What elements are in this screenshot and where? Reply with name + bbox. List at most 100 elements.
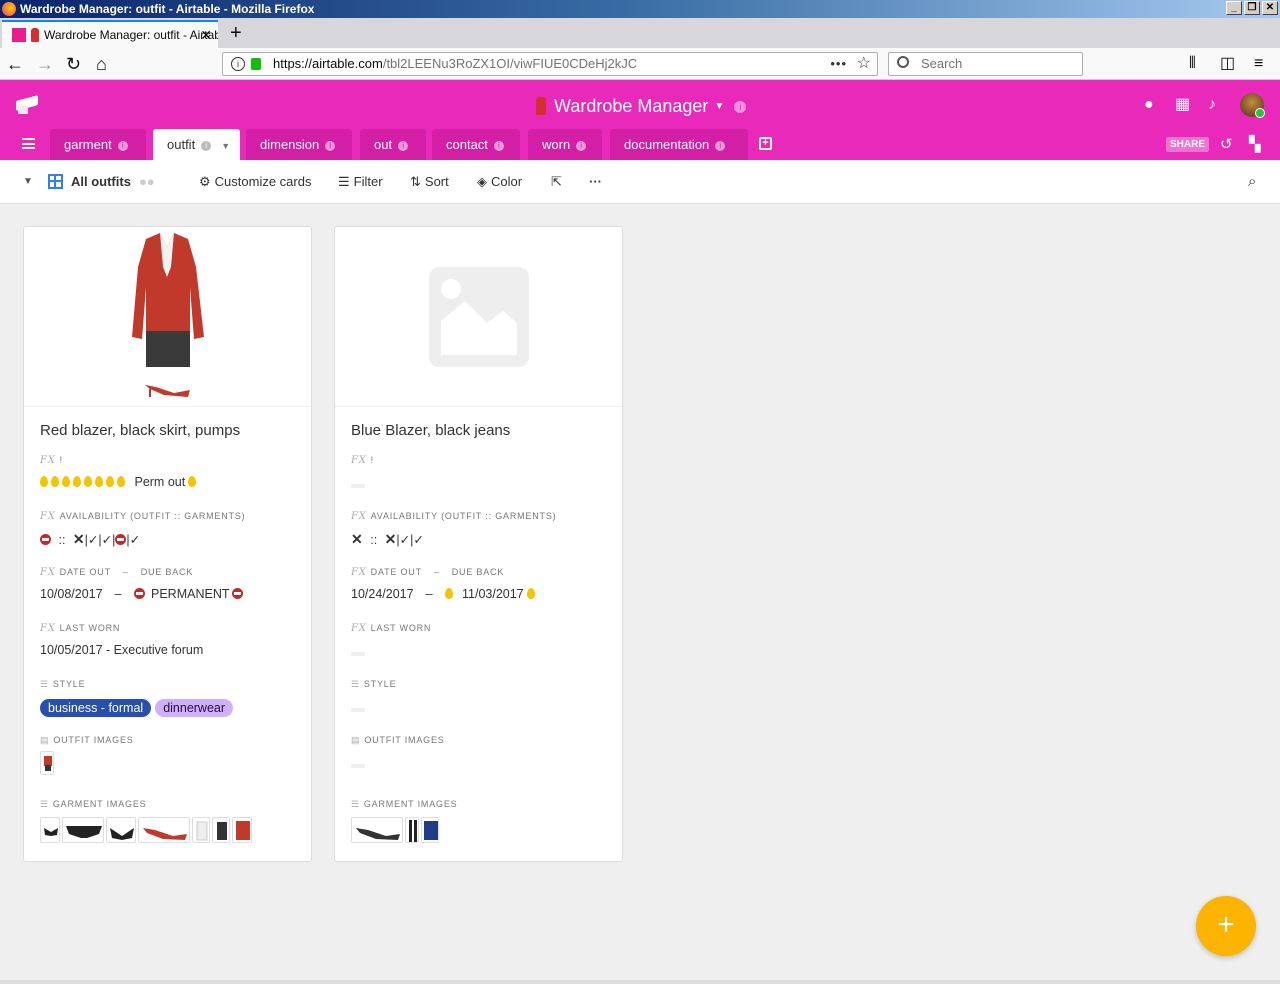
view-switcher[interactable]: All outfits ●●: [48, 160, 155, 204]
sort-button[interactable]: ⇅ Sort: [410, 160, 449, 204]
gear-icon: ⚙: [199, 174, 211, 189]
tab-worn[interactable]: worn i: [528, 129, 602, 160]
skirt-image: [217, 822, 227, 840]
window-titlebar: Wardrobe Manager: outfit - Airtable - Mo…: [0, 0, 1280, 18]
caret-down-icon: ▼: [714, 101, 725, 112]
attachment-thumbnail[interactable]: [351, 817, 403, 843]
maximize-button[interactable]: ❐: [1244, 1, 1260, 15]
bell-icon[interactable]: ♪: [1208, 96, 1216, 114]
new-tab-button[interactable]: +: [230, 18, 242, 48]
formula-icon: fx: [40, 623, 56, 634]
add-table-icon[interactable]: +: [759, 137, 772, 150]
tab-out[interactable]: out i: [360, 129, 426, 160]
attachment-thumbnail[interactable]: [212, 817, 230, 843]
filter-icon: ☰: [338, 174, 350, 189]
browser-search-input[interactable]: Search: [888, 52, 1083, 76]
attachment-thumbnail[interactable]: [138, 817, 190, 843]
drop-icon: [117, 476, 125, 487]
url-bar[interactable]: i https://airtable.com/tbl2LEENu3RoZX1OI…: [222, 52, 878, 76]
home-icon[interactable]: ⌂: [96, 52, 107, 76]
blazer-image: [424, 821, 438, 840]
tab-dimension[interactable]: dimension i: [246, 129, 352, 160]
avatar[interactable]: [1240, 93, 1265, 118]
close-window-button[interactable]: ✕: [1262, 1, 1278, 15]
tab-documentation[interactable]: documentation i: [610, 129, 748, 160]
attachment-thumbnail[interactable]: [192, 817, 210, 843]
field-value-bang: Perm out: [40, 475, 199, 489]
reload-icon[interactable]: ↻: [66, 52, 81, 76]
browser-tab[interactable]: Wardrobe Manager: outfit - Airtable ✕: [2, 20, 218, 48]
apps-grid-icon[interactable]: ▦: [1175, 96, 1190, 114]
bottom-divider: [0, 980, 1280, 984]
field-value-style: [351, 701, 365, 715]
sidebar-icon[interactable]: ◫: [1220, 52, 1235, 76]
empty-value: [351, 708, 365, 712]
site-info-icon[interactable]: i: [231, 57, 245, 71]
formula-icon: fx: [351, 455, 367, 466]
empty-value: [351, 652, 365, 656]
attachment-thumbnail[interactable]: [62, 817, 104, 843]
info-icon[interactable]: i: [734, 101, 747, 113]
multiselect-icon: ☰: [40, 679, 49, 689]
record-card[interactable]: Red blazer, black skirt, pumps fx! Perm …: [23, 226, 312, 862]
filter-button[interactable]: ☰ Filter: [338, 160, 383, 204]
filter-label: Filter: [353, 174, 383, 189]
close-tab-icon[interactable]: ✕: [200, 22, 212, 48]
cross-mark-icon: ✕: [351, 531, 363, 547]
multiselect-icon: ☰: [351, 679, 360, 689]
attachment-thumbnail[interactable]: [405, 817, 419, 843]
search-icon[interactable]: ⌕: [1248, 160, 1256, 204]
search-placeholder: Search: [921, 56, 963, 71]
field-value-garment-images: [351, 817, 441, 843]
view-bar: ▼ All outfits ●● ⚙ Customize cards ☰ Filter…: [0, 160, 1280, 204]
caret-down-icon[interactable]: ▼: [221, 141, 230, 151]
customize-label: Customize cards: [214, 174, 312, 189]
tab-garment[interactable]: garment i: [50, 129, 146, 160]
share-button[interactable]: SHARE: [1166, 137, 1210, 152]
bookmark-star-icon[interactable]: ☆: [857, 53, 871, 75]
minimize-button[interactable]: _: [1226, 1, 1242, 15]
tab-outfit[interactable]: outfit i ▼: [153, 129, 240, 160]
browser-navbar: ← → ↻ ⌂ i https://airtable.com/tbl2LEENu…: [0, 48, 1280, 80]
menu-icon[interactable]: ≡: [1254, 52, 1263, 76]
tab-contact[interactable]: contact i: [432, 129, 520, 160]
empty-value: [351, 764, 365, 768]
share-view-icon[interactable]: ⇱: [551, 160, 562, 204]
customize-cards-button[interactable]: ⚙ Customize cards: [199, 160, 311, 204]
attachment-thumbnail[interactable]: [106, 817, 136, 843]
color-button[interactable]: ◈ Color: [477, 160, 522, 204]
forward-icon[interactable]: →: [36, 52, 54, 76]
drop-icon: [84, 476, 92, 487]
hamburger-icon[interactable]: [22, 138, 35, 149]
view-menu-caret-icon[interactable]: ▼: [23, 160, 33, 204]
favicon-icon: [12, 28, 26, 42]
color-label: Color: [491, 174, 523, 189]
attachment-thumbnail[interactable]: [40, 817, 60, 843]
library-icon[interactable]: ⫴: [1189, 52, 1196, 76]
field-label-availability: fx AVAILABILITY (OUTFIT :: GARMENTS): [40, 511, 246, 522]
record-card[interactable]: Blue Blazer, black jeans fx! fx AVAILABIL…: [334, 226, 623, 862]
add-record-button[interactable]: +: [1196, 896, 1256, 956]
field-label-style: ☰ STYLE: [40, 679, 86, 689]
dress-icon: [31, 28, 39, 42]
browser-tab-title: Wardrobe Manager: outfit - Airtable: [44, 28, 218, 42]
more-options-icon[interactable]: ···: [589, 160, 602, 204]
field-label-outfit-images: ▤ OUTFIT IMAGES: [351, 735, 445, 745]
base-name-menu[interactable]: Wardrobe Manager ▼ i: [536, 94, 747, 119]
sort-icon: ⇅: [410, 174, 421, 189]
check-mark-icon: |✓: [98, 533, 113, 547]
attachment-thumbnail[interactable]: [232, 817, 252, 843]
formula-icon: fx: [351, 623, 367, 634]
card-cover-image: [24, 227, 311, 407]
help-icon[interactable]: ●: [1144, 96, 1154, 114]
window-controls: _ ❐ ✕: [1226, 1, 1278, 15]
attachment-thumbnail[interactable]: [421, 817, 439, 843]
airtable-logo-icon[interactable]: [16, 96, 40, 114]
history-icon[interactable]: ↺: [1220, 136, 1233, 154]
page-actions-icon[interactable]: •••: [830, 53, 847, 75]
tab-label: contact: [446, 137, 488, 152]
attachment-thumbnail[interactable]: [40, 751, 54, 775]
drop-icon: [73, 476, 81, 487]
back-icon[interactable]: ←: [6, 52, 24, 76]
blocks-icon[interactable]: ▚: [1249, 136, 1261, 154]
